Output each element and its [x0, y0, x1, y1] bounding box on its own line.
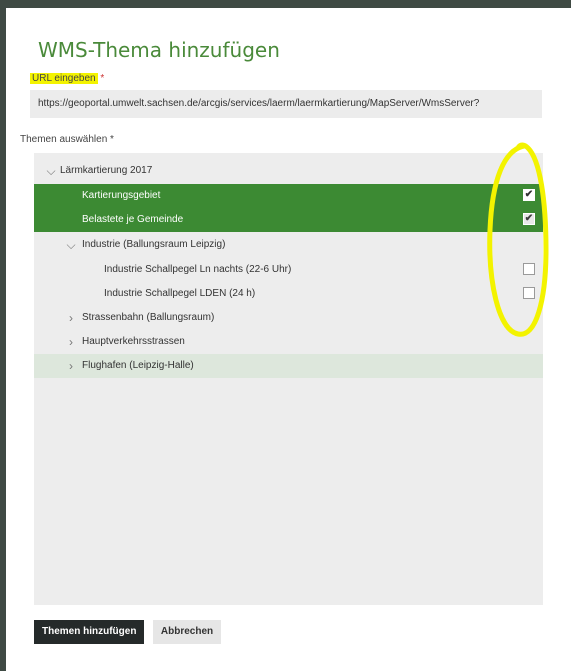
themes-label: Themen auswählen * — [20, 134, 114, 145]
chevron-right-icon[interactable]: › — [64, 354, 78, 378]
checkbox-unchecked[interactable] — [523, 287, 535, 299]
required-mark: * — [100, 73, 105, 84]
tree-item-label: Industrie Schallpegel LDEN (24 h) — [104, 288, 256, 299]
add-themes-button[interactable]: Themen hinzufügen — [34, 620, 145, 644]
checkbox-unchecked[interactable] — [523, 263, 535, 275]
url-label-text: URL eingeben — [30, 73, 98, 84]
tree-item-industrie-lden[interactable]: Industrie Schallpegel LDEN (24 h) — [34, 282, 543, 306]
tree-group-industrie[interactable]: ⌵ Industrie (Ballungsraum Leipzig) — [34, 233, 543, 257]
tree-item-label: Strassenbahn (Ballungsraum) — [82, 312, 215, 323]
checkbox-checked[interactable]: ✔ — [523, 189, 535, 201]
dialog-actions: Themen hinzufügen Abbrechen — [34, 620, 225, 644]
add-wms-theme-dialog: WMS-Thema hinzufügen URL eingeben * http… — [6, 8, 571, 671]
url-label: URL eingeben * — [30, 73, 104, 84]
chevron-down-icon[interactable]: ⌵ — [64, 233, 78, 257]
chevron-down-icon[interactable]: ⌵ — [44, 159, 58, 183]
chevron-right-icon[interactable]: › — [64, 330, 78, 354]
tree-group-hauptverkehrsstrassen[interactable]: › Hauptverkehrsstrassen — [34, 330, 543, 354]
tree-item-label: Belastete je Gemeinde — [82, 214, 184, 225]
checkbox-checked[interactable]: ✔ — [523, 213, 535, 225]
tree-item-label: Flughafen (Leipzig-Halle) — [82, 360, 194, 371]
tree-group-strassenbahn[interactable]: › Strassenbahn (Ballungsraum) — [34, 306, 543, 330]
tree-item-belastete-je-gemeinde[interactable]: Belastete je Gemeinde ✔ — [34, 208, 543, 232]
theme-tree: ⌵ Lärmkartierung 2017 Kartierungsgebiet … — [34, 153, 543, 605]
tree-item-label: Lärmkartierung 2017 — [60, 165, 153, 176]
tree-group-laermkartierung[interactable]: ⌵ Lärmkartierung 2017 — [34, 159, 543, 183]
tree-item-label: Hauptverkehrsstrassen — [82, 336, 185, 347]
tree-item-label: Industrie (Ballungsraum Leipzig) — [82, 239, 226, 250]
tree-item-kartierungsgebiet[interactable]: Kartierungsgebiet ✔ — [34, 184, 543, 208]
tree-item-label: Industrie Schallpegel Ln nachts (22-6 Uh… — [104, 264, 292, 275]
url-input[interactable]: https://geoportal.umwelt.sachsen.de/arcg… — [30, 90, 542, 118]
tree-item-industrie-ln-nachts[interactable]: Industrie Schallpegel Ln nachts (22-6 Uh… — [34, 258, 543, 282]
chevron-right-icon[interactable]: › — [64, 306, 78, 330]
cancel-button[interactable]: Abbrechen — [152, 620, 222, 644]
tree-item-label: Kartierungsgebiet — [82, 190, 161, 201]
dialog-title: WMS-Thema hinzufügen — [38, 38, 280, 62]
tree-group-flughafen[interactable]: › Flughafen (Leipzig-Halle) — [34, 354, 543, 378]
